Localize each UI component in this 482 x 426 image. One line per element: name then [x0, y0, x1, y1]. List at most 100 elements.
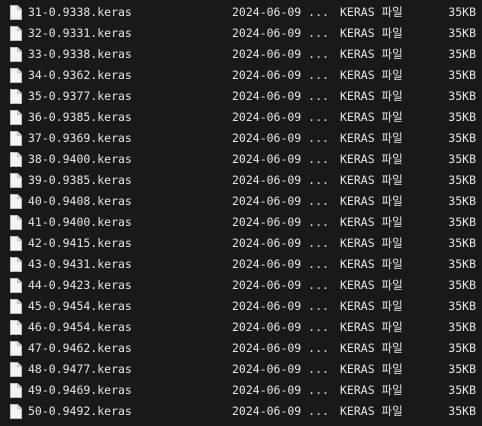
file-date-modified: 2024-06-09 ...: [232, 173, 329, 187]
file-icon: [10, 257, 22, 272]
file-size: 35KB: [448, 278, 476, 292]
file-type: KERAS 파일: [340, 194, 403, 208]
file-icon: [10, 341, 22, 356]
file-name: 46-0.9454.keras: [28, 320, 132, 334]
file-date-modified: 2024-06-09 ...: [232, 194, 329, 208]
file-type: KERAS 파일: [340, 257, 403, 271]
file-type: KERAS 파일: [340, 383, 403, 397]
file-row[interactable]: 50-0.9492.keras 2024-06-09 ... KERAS 파일 35K…: [0, 401, 482, 422]
file-name: 42-0.9415.keras: [28, 236, 132, 250]
file-date-modified: 2024-06-09 ...: [232, 215, 329, 229]
file-size: 35KB: [448, 236, 476, 250]
file-row[interactable]: 39-0.9385.keras 2024-06-09 ... KERAS 파일 35K…: [0, 170, 482, 191]
file-type: KERAS 파일: [340, 299, 403, 313]
file-type: KERAS 파일: [340, 26, 403, 40]
file-date-modified: 2024-06-09 ...: [232, 47, 329, 61]
file-name: 45-0.9454.keras: [28, 299, 132, 313]
file-row[interactable]: 36-0.9385.keras 2024-06-09 ... KERAS 파일 35K…: [0, 107, 482, 128]
file-name: 44-0.9423.keras: [28, 278, 132, 292]
file-icon: [10, 47, 22, 62]
file-row[interactable]: 47-0.9462.keras 2024-06-09 ... KERAS 파일 35K…: [0, 338, 482, 359]
file-size: 35KB: [448, 404, 476, 418]
file-size: 35KB: [448, 47, 476, 61]
file-date-modified: 2024-06-09 ...: [232, 320, 329, 334]
file-size: 35KB: [448, 68, 476, 82]
file-size: 35KB: [448, 131, 476, 145]
file-name: 36-0.9385.keras: [28, 110, 132, 124]
file-row[interactable]: 35-0.9377.keras 2024-06-09 ... KERAS 파일 35K…: [0, 86, 482, 107]
file-type: KERAS 파일: [340, 152, 403, 166]
file-date-modified: 2024-06-09 ...: [232, 362, 329, 376]
file-type: KERAS 파일: [340, 404, 403, 418]
file-row[interactable]: 37-0.9369.keras 2024-06-09 ... KERAS 파일 35K…: [0, 128, 482, 149]
file-name: 40-0.9408.keras: [28, 194, 132, 208]
file-date-modified: 2024-06-09 ...: [232, 383, 329, 397]
file-date-modified: 2024-06-09 ...: [232, 404, 329, 418]
file-icon: [10, 278, 22, 293]
file-size: 35KB: [448, 215, 476, 229]
file-name: 31-0.9338.keras: [28, 5, 132, 19]
file-name: 39-0.9385.keras: [28, 173, 132, 187]
file-icon: [10, 26, 22, 41]
file-row[interactable]: 38-0.9400.keras 2024-06-09 ... KERAS 파일 35K…: [0, 149, 482, 170]
file-type: KERAS 파일: [340, 215, 403, 229]
file-type: KERAS 파일: [340, 341, 403, 355]
file-date-modified: 2024-06-09 ...: [232, 236, 329, 250]
file-size: 35KB: [448, 173, 476, 187]
file-row[interactable]: 48-0.9477.keras 2024-06-09 ... KERAS 파일 35K…: [0, 359, 482, 380]
file-type: KERAS 파일: [340, 47, 403, 61]
file-name: 50-0.9492.keras: [28, 404, 132, 418]
file-name: 32-0.9331.keras: [28, 26, 132, 40]
file-row[interactable]: 41-0.9400.keras 2024-06-09 ... KERAS 파일 35K…: [0, 212, 482, 233]
file-size: 35KB: [448, 26, 476, 40]
file-row[interactable]: 49-0.9469.keras 2024-06-09 ... KERAS 파일 35K…: [0, 380, 482, 401]
file-icon: [10, 89, 22, 104]
file-date-modified: 2024-06-09 ...: [232, 5, 329, 19]
file-row[interactable]: 34-0.9362.keras 2024-06-09 ... KERAS 파일 35K…: [0, 65, 482, 86]
file-row[interactable]: 44-0.9423.keras 2024-06-09 ... KERAS 파일 35K…: [0, 275, 482, 296]
file-row[interactable]: 40-0.9408.keras 2024-06-09 ... KERAS 파일 35K…: [0, 191, 482, 212]
file-size: 35KB: [448, 320, 476, 334]
file-type: KERAS 파일: [340, 362, 403, 376]
file-row[interactable]: 45-0.9454.keras 2024-06-09 ... KERAS 파일 35K…: [0, 296, 482, 317]
file-icon: [10, 173, 22, 188]
file-icon: [10, 152, 22, 167]
file-type: KERAS 파일: [340, 320, 403, 334]
file-icon: [10, 362, 22, 377]
file-row[interactable]: 42-0.9415.keras 2024-06-09 ... KERAS 파일 35K…: [0, 233, 482, 254]
file-size: 35KB: [448, 257, 476, 271]
file-date-modified: 2024-06-09 ...: [232, 131, 329, 145]
file-row[interactable]: 43-0.9431.keras 2024-06-09 ... KERAS 파일 35K…: [0, 254, 482, 275]
file-name: 43-0.9431.keras: [28, 257, 132, 271]
file-icon: [10, 383, 22, 398]
file-type: KERAS 파일: [340, 110, 403, 124]
file-icon: [10, 236, 22, 251]
file-date-modified: 2024-06-09 ...: [232, 257, 329, 271]
file-name: 41-0.9400.keras: [28, 215, 132, 229]
file-list: 31-0.9338.keras 2024-06-09 ... KERAS 파일 35K…: [0, 0, 482, 423]
file-date-modified: 2024-06-09 ...: [232, 341, 329, 355]
file-date-modified: 2024-06-09 ...: [232, 26, 329, 40]
file-date-modified: 2024-06-09 ...: [232, 152, 329, 166]
file-row[interactable]: 33-0.9338.keras 2024-06-09 ... KERAS 파일 35K…: [0, 44, 482, 65]
file-icon: [10, 194, 22, 209]
file-icon: [10, 299, 22, 314]
file-type: KERAS 파일: [340, 5, 403, 19]
file-name: 35-0.9377.keras: [28, 89, 132, 103]
file-icon: [10, 110, 22, 125]
file-icon: [10, 404, 22, 419]
file-type: KERAS 파일: [340, 131, 403, 145]
file-date-modified: 2024-06-09 ...: [232, 278, 329, 292]
file-icon: [10, 215, 22, 230]
file-row[interactable]: 46-0.9454.keras 2024-06-09 ... KERAS 파일 35K…: [0, 317, 482, 338]
file-type: KERAS 파일: [340, 173, 403, 187]
file-name: 37-0.9369.keras: [28, 131, 132, 145]
file-size: 35KB: [448, 299, 476, 313]
file-row[interactable]: 31-0.9338.keras 2024-06-09 ... KERAS 파일 35K…: [0, 2, 482, 23]
file-date-modified: 2024-06-09 ...: [232, 68, 329, 82]
file-size: 35KB: [448, 5, 476, 19]
file-size: 35KB: [448, 152, 476, 166]
file-row[interactable]: 32-0.9331.keras 2024-06-09 ... KERAS 파일 35K…: [0, 23, 482, 44]
file-type: KERAS 파일: [340, 236, 403, 250]
file-type: KERAS 파일: [340, 68, 403, 82]
